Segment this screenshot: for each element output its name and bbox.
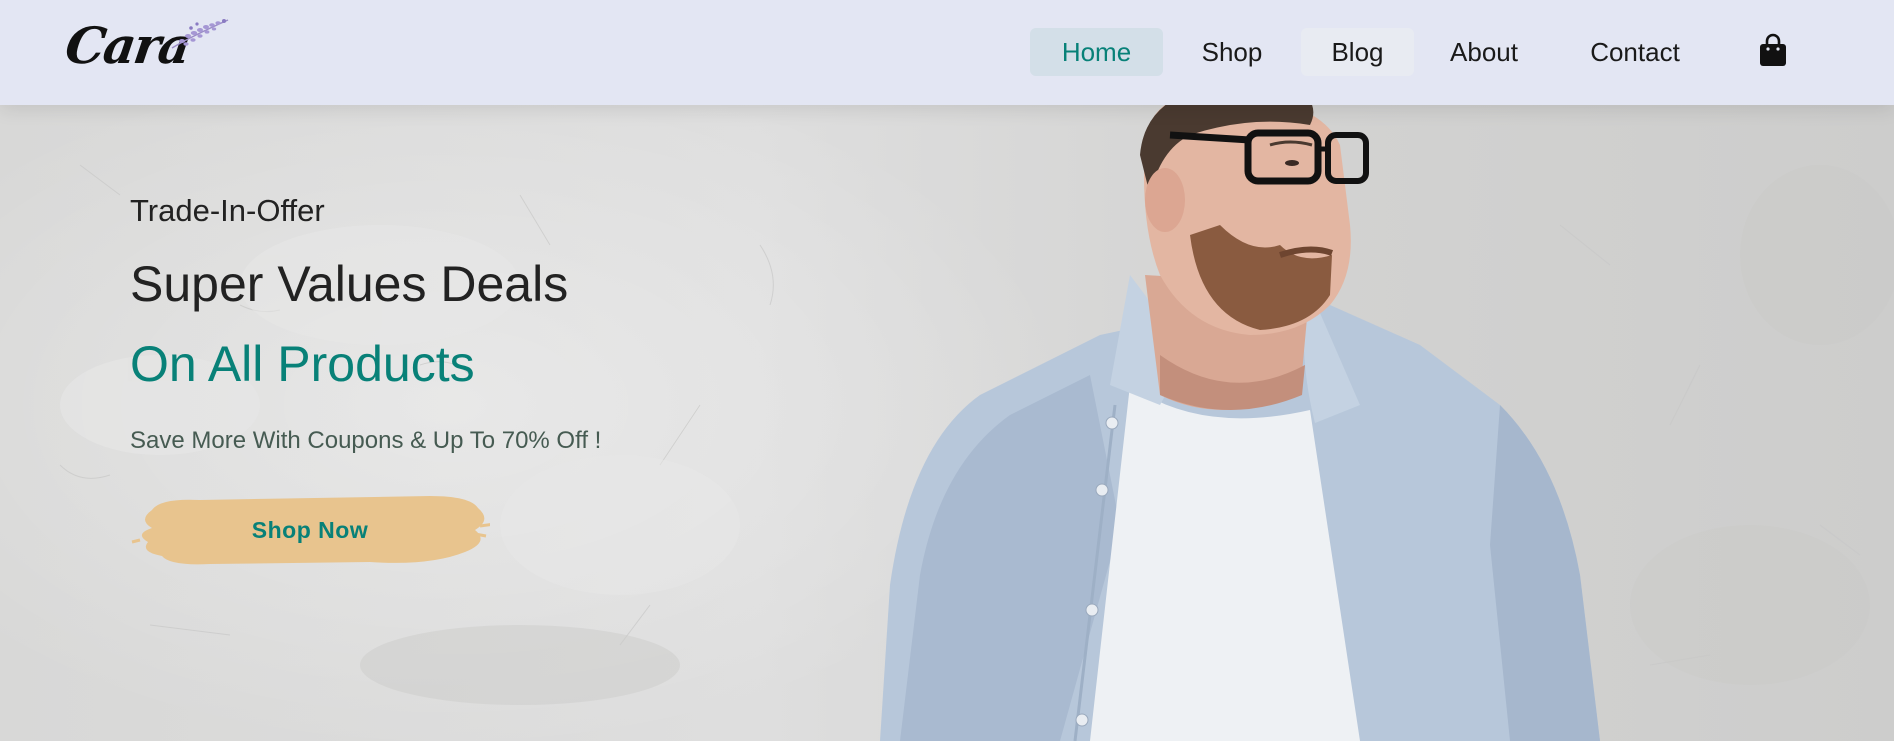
- shopping-bag-icon[interactable]: [1758, 33, 1788, 67]
- model-photo: [880, 105, 1600, 741]
- logo[interactable]: Cara: [62, 14, 236, 84]
- site-header: Cara Home Shop Blog About Contact: [0, 0, 1894, 105]
- headline-accent: On All Products: [130, 336, 475, 392]
- shop-now-button[interactable]: Shop Now: [130, 490, 490, 570]
- nav-item-about[interactable]: About: [1414, 28, 1554, 76]
- offer-label: Trade-In-Offer: [130, 193, 325, 228]
- nav-item-home[interactable]: Home: [1030, 28, 1163, 76]
- hero-banner: Trade-In-Offer Super Values Deals On All…: [0, 105, 1894, 741]
- lavender-sprig-icon: [171, 19, 229, 49]
- shop-now-label: Shop Now: [251, 516, 369, 543]
- headline-primary: Super Values Deals: [130, 256, 569, 312]
- nav-item-blog[interactable]: Blog: [1301, 28, 1414, 76]
- nav-item-shop[interactable]: Shop: [1163, 28, 1301, 76]
- hero-subtext: Save More With Coupons & Up To 70% Off !: [130, 427, 602, 454]
- nav-item-contact[interactable]: Contact: [1554, 28, 1716, 76]
- main-nav: Home Shop Blog About Contact: [1030, 28, 1716, 76]
